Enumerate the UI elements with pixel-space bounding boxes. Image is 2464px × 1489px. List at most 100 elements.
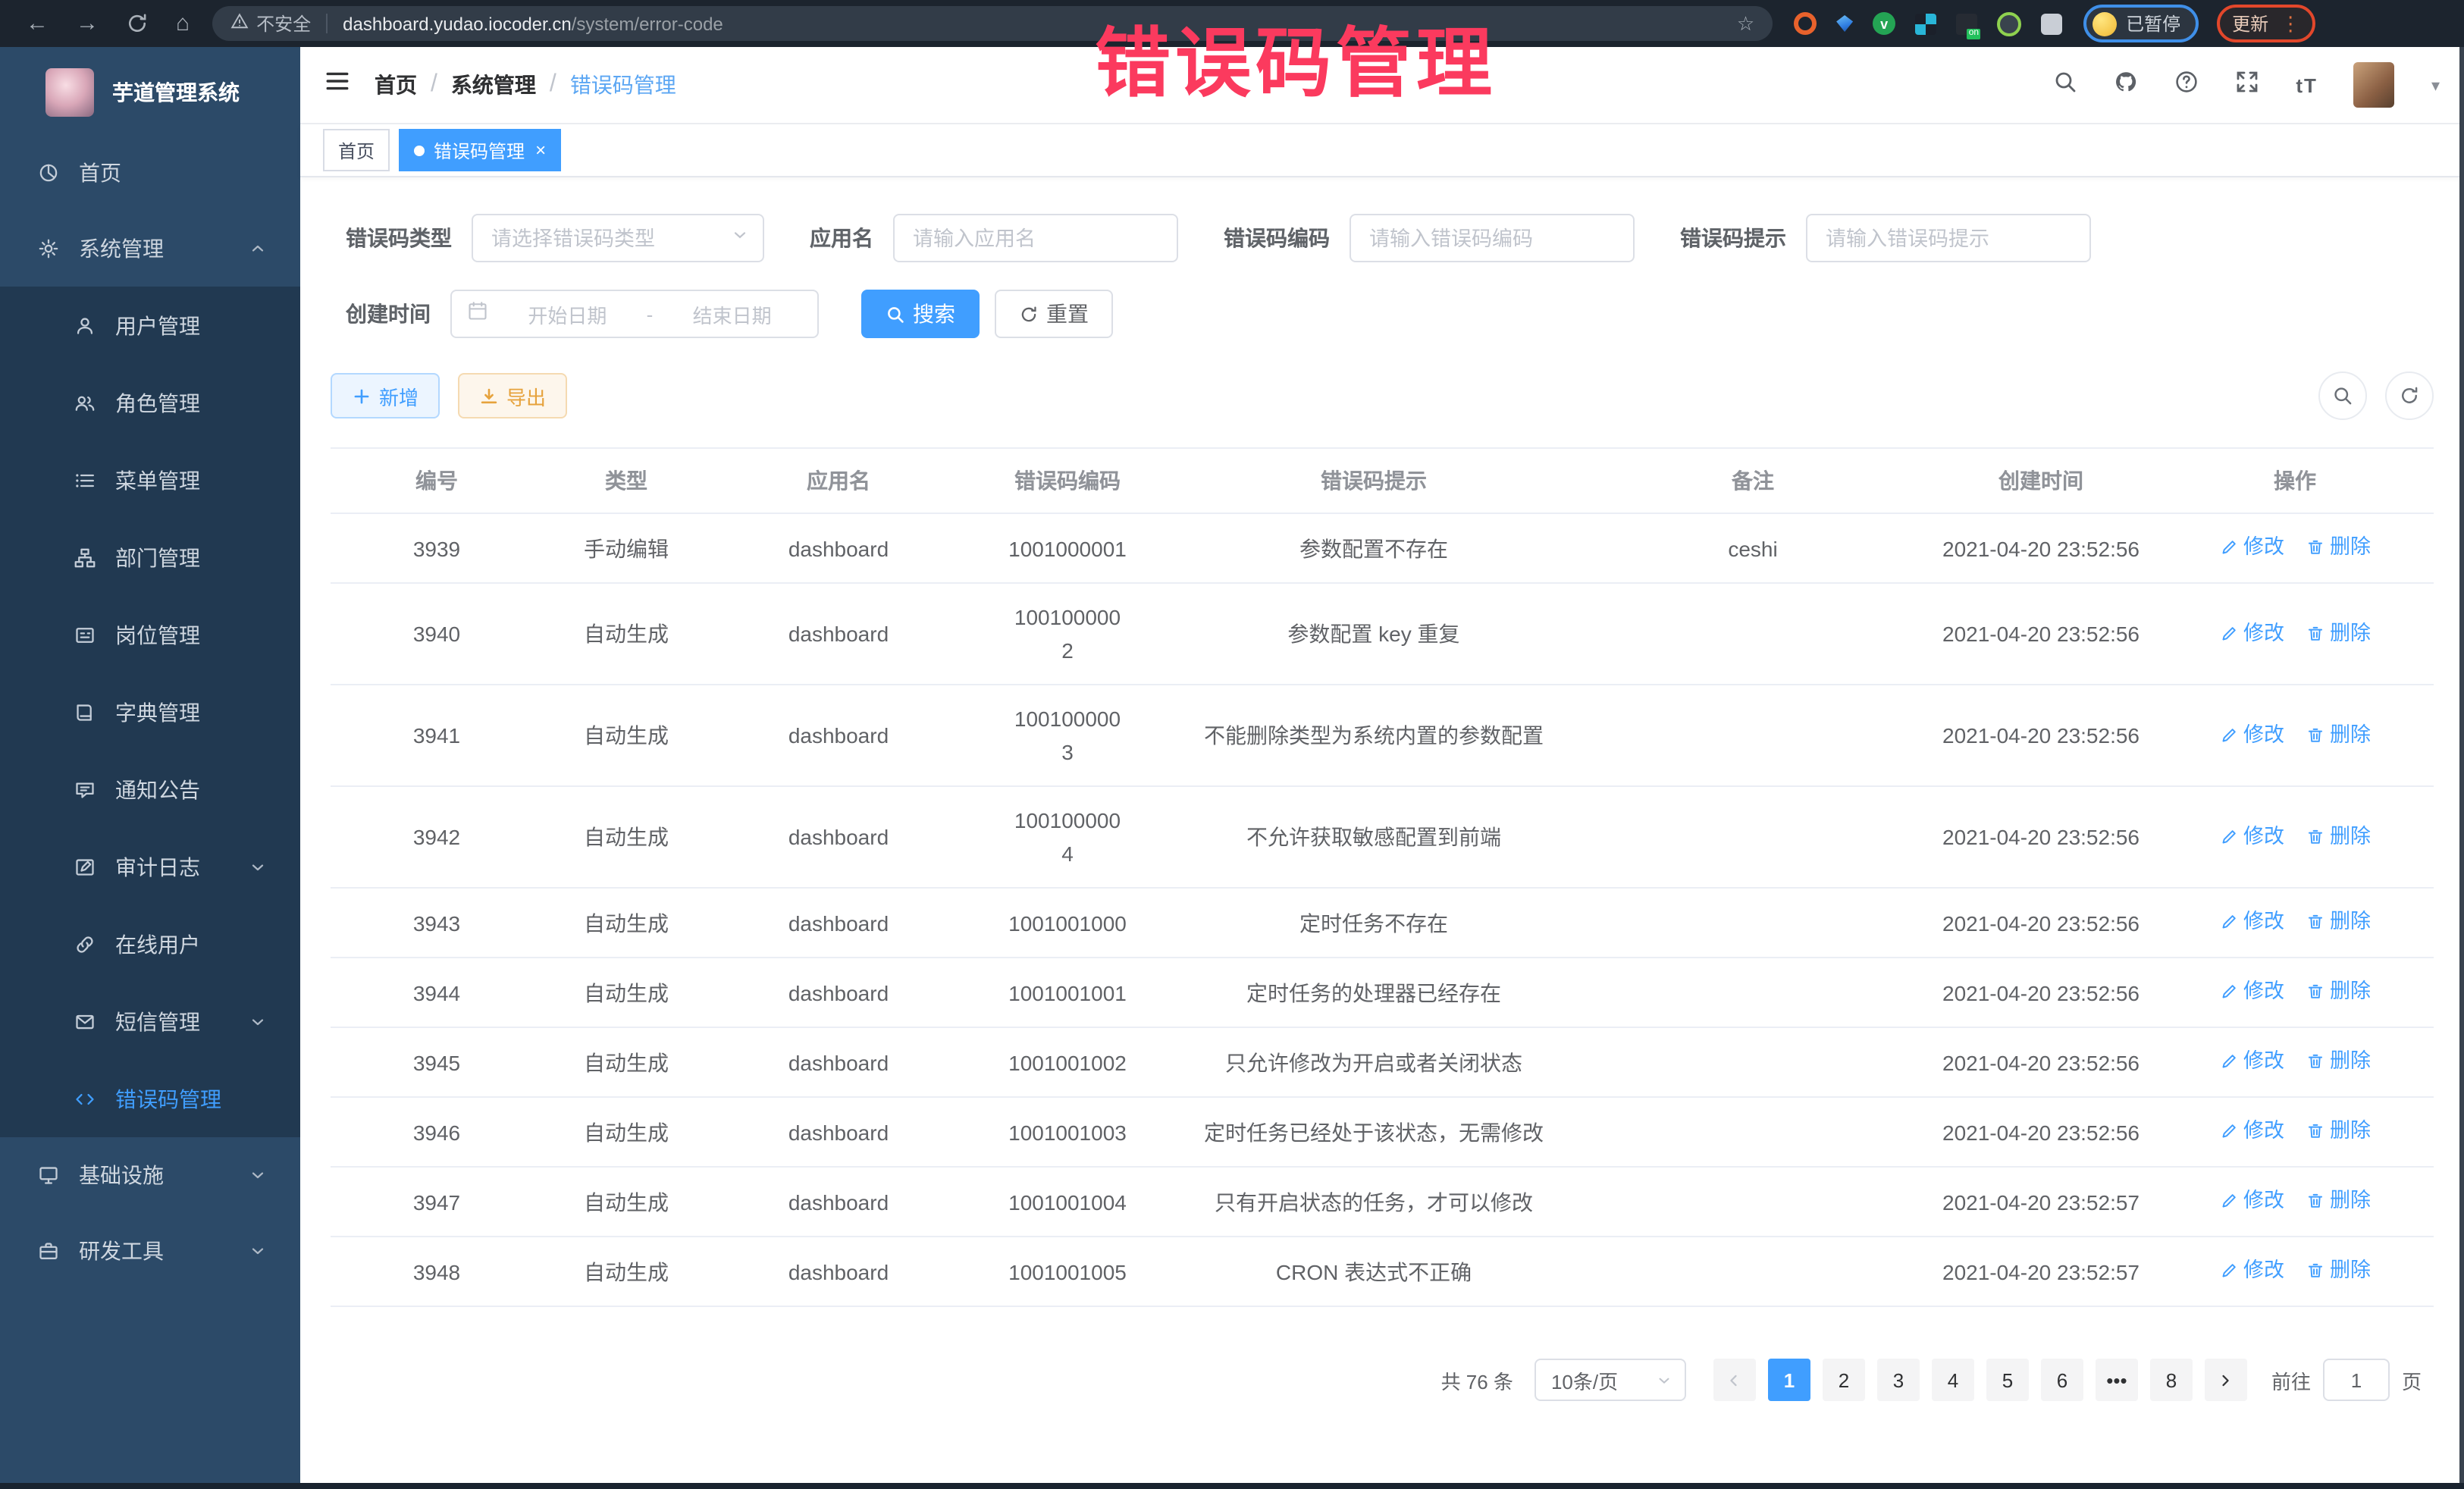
- sidebar-item-首页[interactable]: 首页: [0, 135, 300, 211]
- github-icon[interactable]: [2114, 69, 2138, 101]
- edit-link[interactable]: 修改: [2219, 1114, 2284, 1148]
- error-type-select[interactable]: [472, 214, 764, 262]
- extension-icon[interactable]: [1836, 15, 1853, 32]
- dashboard-icon: [36, 162, 61, 183]
- edit-link[interactable]: 修改: [2219, 531, 2284, 564]
- page-button-4[interactable]: 4: [1932, 1359, 1974, 1401]
- search-button[interactable]: 搜索: [861, 290, 980, 338]
- table-row: 3943自动生成dashboard1001001000定时任务不存在2021-0…: [331, 889, 2434, 958]
- error-hint-input[interactable]: [1806, 214, 2091, 262]
- delete-link[interactable]: 删除: [2306, 616, 2371, 650]
- delete-link[interactable]: 删除: [2306, 820, 2371, 853]
- font-size-icon[interactable]: tT: [2296, 74, 2318, 96]
- sidebar-item-字典管理[interactable]: 字典管理: [0, 673, 300, 751]
- page-button-5[interactable]: 5: [1986, 1359, 2029, 1401]
- sidebar-item-角色管理[interactable]: 角色管理: [0, 364, 300, 441]
- table-cell: [1580, 1185, 1926, 1218]
- tab-home[interactable]: 首页: [323, 129, 390, 171]
- delete-link[interactable]: 删除: [2306, 718, 2371, 751]
- sidebar-item-菜单管理[interactable]: 菜单管理: [0, 441, 300, 519]
- sidebar-menu: 首页系统管理用户管理角色管理菜单管理部门管理岗位管理字典管理通知公告审计日志在线…: [0, 135, 300, 1489]
- delete-link[interactable]: 删除: [2306, 1114, 2371, 1148]
- app-logo-row[interactable]: 芋道管理系统: [0, 47, 300, 135]
- edit-icon: [2219, 1262, 2237, 1280]
- extension-icon[interactable]: v: [1873, 12, 1895, 35]
- create-time-range-picker[interactable]: 开始日期 - 结束日期: [450, 290, 819, 338]
- page-button-1[interactable]: 1: [1768, 1359, 1810, 1401]
- page-button-6[interactable]: 6: [2041, 1359, 2083, 1401]
- sidebar-item-在线用户[interactable]: 在线用户: [0, 905, 300, 983]
- forward-icon[interactable]: →: [62, 0, 112, 47]
- sidebar-item-错误码管理[interactable]: 错误码管理: [0, 1060, 300, 1137]
- kebab-menu-icon[interactable]: ⋮: [2281, 14, 2300, 33]
- export-button[interactable]: 导出: [458, 373, 567, 418]
- edit-link[interactable]: 修改: [2219, 905, 2284, 939]
- edit-link[interactable]: 修改: [2219, 1184, 2284, 1218]
- goto-page-input[interactable]: [2323, 1359, 2390, 1401]
- edit-link[interactable]: 修改: [2219, 975, 2284, 1008]
- extension-icon[interactable]: [1997, 11, 2021, 36]
- fullscreen-icon[interactable]: [2235, 69, 2259, 101]
- address-bar[interactable]: 不安全 dashboard.yudao.iocoder.cn/system/er…: [212, 6, 1773, 41]
- prev-page-button[interactable]: [1713, 1359, 1756, 1401]
- edit-link[interactable]: 修改: [2219, 718, 2284, 751]
- delete-link[interactable]: 删除: [2306, 905, 2371, 939]
- sidebar-item-岗位管理[interactable]: 岗位管理: [0, 596, 300, 673]
- tab-error-code[interactable]: 错误码管理 ×: [399, 129, 561, 171]
- extension-icon[interactable]: [1794, 12, 1817, 35]
- reset-button[interactable]: 重置: [995, 290, 1113, 338]
- sidebar-item-用户管理[interactable]: 用户管理: [0, 287, 300, 364]
- home-icon[interactable]: ⌂: [162, 0, 203, 47]
- refresh-button[interactable]: [2385, 371, 2434, 420]
- user-avatar[interactable]: [2354, 62, 2395, 108]
- page-button-•••[interactable]: •••: [2096, 1359, 2138, 1401]
- breadcrumb-home[interactable]: 首页: [375, 70, 417, 100]
- sidebar-item-研发工具[interactable]: 研发工具: [0, 1213, 300, 1289]
- edit-link[interactable]: 修改: [2219, 1254, 2284, 1287]
- scrollbar[interactable]: [2459, 47, 2464, 1489]
- back-icon[interactable]: ←: [12, 0, 62, 47]
- caret-down-icon[interactable]: ▾: [2431, 75, 2440, 95]
- edit-link[interactable]: 修改: [2219, 1045, 2284, 1078]
- search-icon[interactable]: [2053, 69, 2077, 101]
- show-search-button[interactable]: [2318, 371, 2367, 420]
- sidebar-item-审计日志[interactable]: 审计日志: [0, 828, 300, 905]
- breadcrumb-system[interactable]: 系统管理: [451, 70, 536, 100]
- sidebar-item-系统管理[interactable]: 系统管理: [0, 211, 300, 287]
- browser-update-chip[interactable]: 更新 ⋮: [2217, 5, 2315, 42]
- page-size-select[interactable]: 10条/页: [1535, 1359, 1686, 1401]
- trash-icon: [2306, 913, 2324, 931]
- bookmark-star-icon[interactable]: ☆: [1737, 11, 1754, 36]
- sidebar-item-短信管理[interactable]: 短信管理: [0, 983, 300, 1060]
- hamburger-icon[interactable]: [324, 68, 350, 102]
- delete-link[interactable]: 删除: [2306, 975, 2371, 1008]
- close-tab-icon[interactable]: ×: [535, 139, 546, 161]
- app-name-input[interactable]: [893, 214, 1178, 262]
- edit-link[interactable]: 修改: [2219, 820, 2284, 853]
- page-button-2[interactable]: 2: [1823, 1359, 1865, 1401]
- help-icon[interactable]: [2174, 69, 2199, 101]
- extension-icon[interactable]: [1915, 13, 1936, 34]
- sidebar-item-基础设施[interactable]: 基础设施: [0, 1137, 300, 1213]
- delete-link[interactable]: 删除: [2306, 531, 2371, 564]
- browser-profile-chip[interactable]: 已暂停: [2083, 5, 2199, 42]
- table-cell: 不允许获取敏感配置到前端: [1168, 804, 1580, 870]
- add-button[interactable]: 新增: [331, 373, 440, 418]
- delete-link[interactable]: 删除: [2306, 1045, 2371, 1078]
- column-header: 错误码提示: [1168, 449, 1580, 513]
- delete-link[interactable]: 删除: [2306, 1184, 2371, 1218]
- sidebar-item-部门管理[interactable]: 部门管理: [0, 519, 300, 596]
- page-button-3[interactable]: 3: [1877, 1359, 1920, 1401]
- sidebar-item-通知公告[interactable]: 通知公告: [0, 751, 300, 828]
- table-row: 3948自动生成dashboard1001001005CRON 表达式不正确20…: [331, 1237, 2434, 1307]
- reload-icon[interactable]: [112, 12, 162, 35]
- edit-link[interactable]: 修改: [2219, 616, 2284, 650]
- puzzle-extension-icon[interactable]: [2041, 13, 2062, 34]
- next-page-button[interactable]: [2205, 1359, 2247, 1401]
- delete-link[interactable]: 删除: [2306, 1254, 2371, 1287]
- page-button-8[interactable]: 8: [2150, 1359, 2193, 1401]
- table-cell: 2021-04-20 23:52:56: [1926, 959, 2156, 1026]
- announcement-icon: [73, 779, 97, 800]
- error-code-input[interactable]: [1350, 214, 1635, 262]
- extension-icon[interactable]: [1956, 13, 1977, 34]
